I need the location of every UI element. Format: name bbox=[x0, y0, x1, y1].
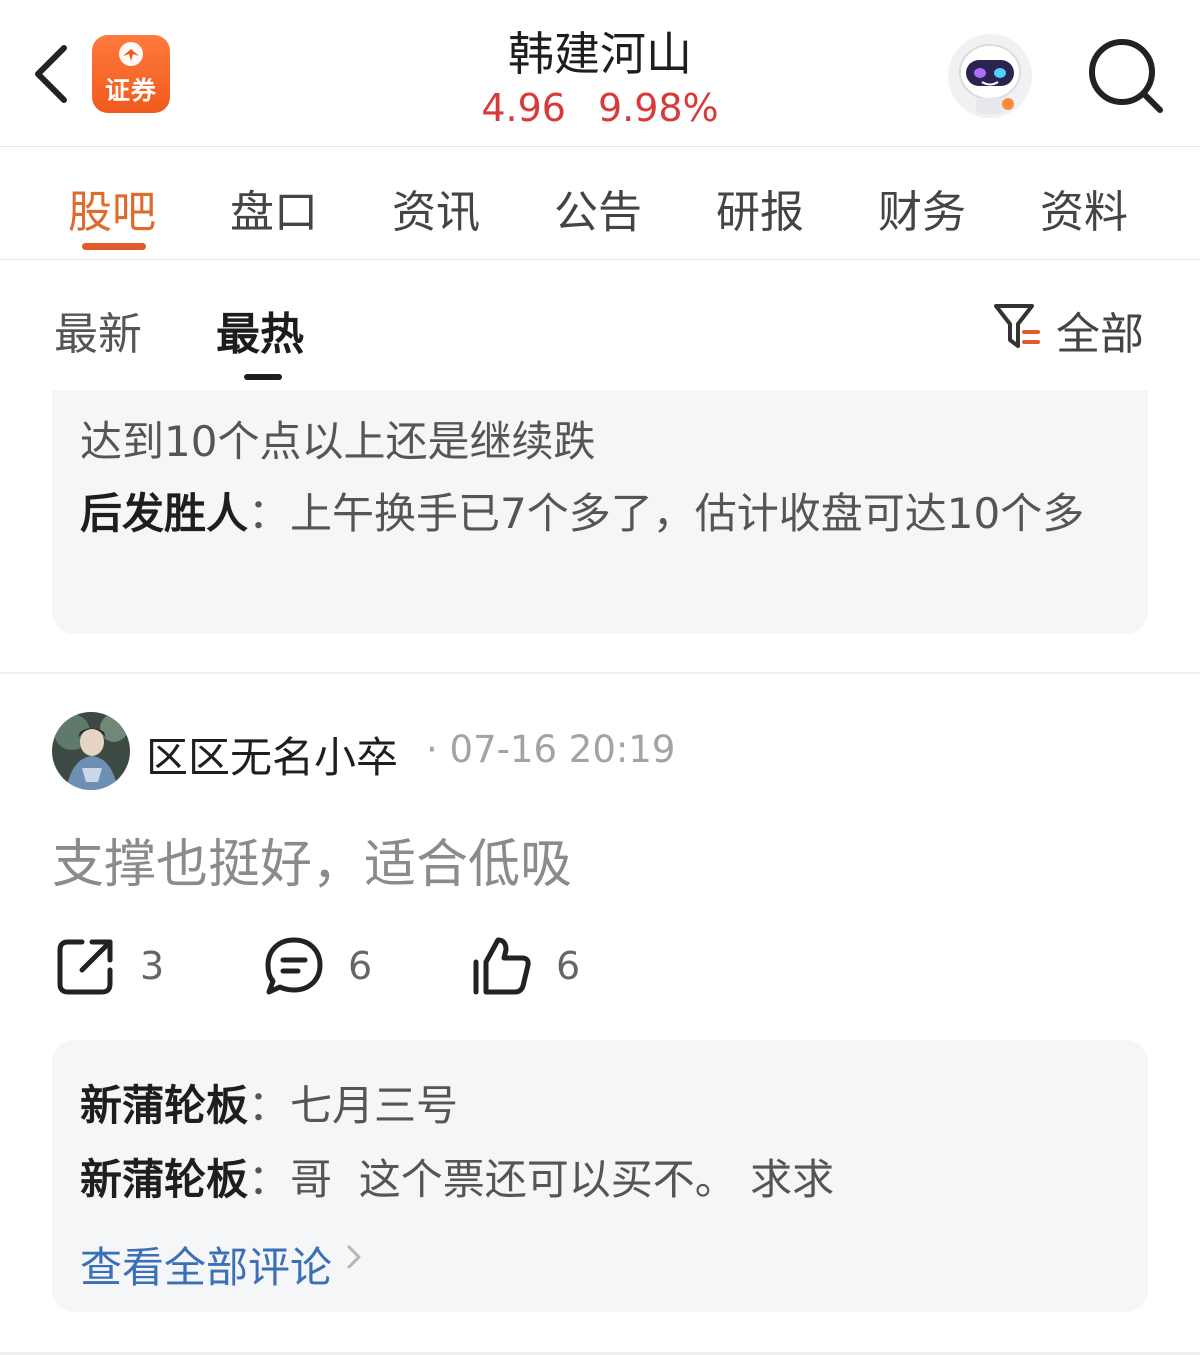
like-count: 6 bbox=[556, 944, 581, 988]
tab-news[interactable]: 资讯 bbox=[392, 176, 480, 240]
comment-line[interactable]: 新蒲轮板：七月三号 bbox=[80, 1072, 458, 1133]
assistant-robot-button[interactable] bbox=[946, 32, 1034, 120]
tab-research[interactable]: 研报 bbox=[716, 176, 804, 240]
main-tab-bar: 股吧 盘口 资讯 公告 研报 财务 资料 bbox=[0, 148, 1200, 260]
comment-text: 哥 这个票还可以买不。 求求 bbox=[290, 1155, 835, 1204]
share-count: 3 bbox=[140, 944, 165, 988]
post-time: · 07-16 20:19 bbox=[426, 728, 676, 771]
reply-separator: ： bbox=[248, 489, 291, 538]
post-body[interactable]: 支撑也挺好，适合低吸 bbox=[52, 822, 572, 897]
avatar[interactable] bbox=[52, 712, 130, 790]
post-divider bbox=[0, 672, 1200, 674]
robot-icon bbox=[948, 34, 1032, 118]
search-icon bbox=[1089, 39, 1163, 113]
reply-text: 上午换手已7个多了，估计收盘可达10个多 bbox=[290, 489, 1085, 538]
comment-author[interactable]: 新蒲轮板 bbox=[80, 1081, 248, 1130]
thumbs-up-icon bbox=[473, 937, 531, 995]
tab-guba[interactable]: 股吧 bbox=[68, 176, 156, 240]
comment-separator: ： bbox=[248, 1081, 291, 1130]
comment-author[interactable]: 新蒲轮板 bbox=[80, 1155, 248, 1204]
stock-change-pct: 9.98% bbox=[597, 86, 719, 130]
post-username[interactable]: 区区无名小卒 bbox=[146, 724, 398, 785]
comment-icon bbox=[265, 937, 323, 995]
comment-text: 七月三号 bbox=[290, 1081, 459, 1130]
active-subtab-indicator bbox=[244, 374, 282, 380]
tab-finance[interactable]: 财务 bbox=[878, 176, 966, 240]
quoted-post-text: 达到10个点以上还是继续跌 bbox=[80, 417, 596, 466]
subtab-latest[interactable]: 最新 bbox=[54, 298, 142, 362]
share-icon bbox=[57, 939, 113, 995]
filter-icon bbox=[994, 304, 1040, 348]
reply-line: 后发胜人：上午换手已7个多了，估计收盘可达10个多 bbox=[80, 480, 1120, 548]
top-bar: 证券 韩建河山 4.96 9.98% bbox=[0, 0, 1200, 147]
comment-count: 6 bbox=[348, 944, 373, 988]
view-all-comments-link[interactable]: 查看全部评论 bbox=[80, 1234, 332, 1295]
reply-author[interactable]: 后发胜人 bbox=[80, 489, 248, 538]
tab-announcements[interactable]: 公告 bbox=[554, 176, 642, 240]
tab-profile[interactable]: 资料 bbox=[1040, 176, 1128, 240]
comment-line[interactable]: 新蒲轮板：哥 这个票还可以买不。 求求 bbox=[80, 1146, 834, 1207]
search-button[interactable] bbox=[1086, 36, 1166, 116]
comment-separator: ： bbox=[248, 1155, 291, 1204]
filter-label: 全部 bbox=[1056, 309, 1144, 360]
chevron-right-icon bbox=[347, 1245, 361, 1269]
subtab-hot[interactable]: 最热 bbox=[216, 298, 304, 362]
active-tab-indicator bbox=[82, 243, 146, 250]
avatar-image bbox=[52, 712, 130, 790]
stock-price: 4.96 bbox=[481, 86, 566, 130]
tab-pankou[interactable]: 盘口 bbox=[230, 176, 318, 240]
